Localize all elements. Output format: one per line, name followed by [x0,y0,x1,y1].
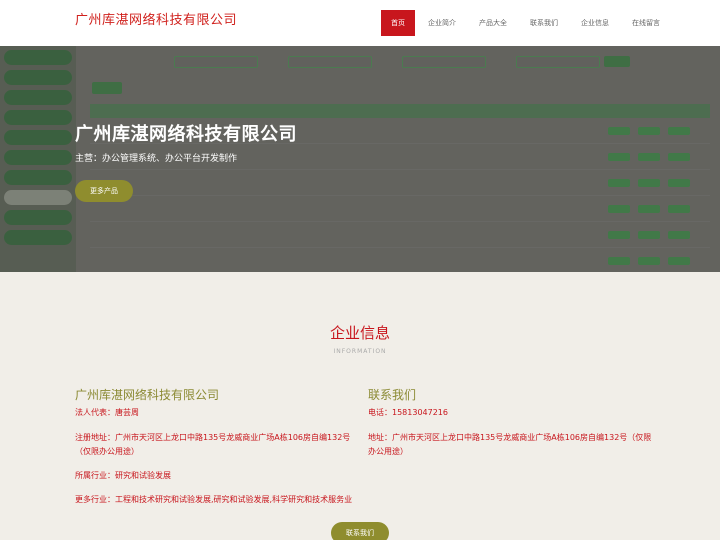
industry-value: 研究和试验发展 [115,471,171,480]
site-brand[interactable]: 广州库湛网络科技有限公司 [75,9,237,28]
more-industry-value: 工程和技术研究和试验发展,研究和试验发展,科学研究和技术服务业 [115,495,353,504]
more-industry: 更多行业：工程和技术研究和试验发展,研究和试验发展,科学研究和技术服务业 [75,493,365,507]
contact-address-label: 地址： [368,433,392,442]
hero-subtitle: 主营：办公管理系统、办公平台开发制作 [75,154,238,164]
legal-rep-label: 法人代表： [75,408,115,417]
more-products-button[interactable]: 更多产品 [75,180,133,202]
main-nav: 首页 企业简介 产品大全 联系我们 企业信息 在线留言 [381,10,673,36]
section-title: 企业信息 [329,324,390,342]
reg-address: 注册地址：广州市天河区上龙口中路135号龙威商业广场A栋106房自编132号（仅… [75,431,355,459]
nav-contact[interactable]: 联系我们 [520,10,568,36]
nav-company-info[interactable]: 企业信息 [571,10,619,36]
reg-address-label: 注册地址： [75,433,115,442]
industry-label: 所属行业： [75,471,115,480]
nav-about[interactable]: 企业简介 [418,10,466,36]
legal-rep-value: 唐芸周 [115,408,139,417]
hero-title: 广州库湛网络科技有限公司 [75,124,297,145]
company-name-heading: 广州库湛网络科技有限公司 [75,388,220,402]
phone-label: 电话： [368,408,392,417]
reg-address-value: 广州市天河区上龙口中路135号龙威商业广场A栋106房自编132号（仅限办公用途… [75,433,351,456]
industry: 所属行业：研究和试验发展 [75,469,355,483]
nav-home[interactable]: 首页 [381,10,415,36]
contact-address-value: 广州市天河区上龙口中路135号龙威商业广场A栋106房自编132号（仅限办公用途… [368,433,652,456]
hero-banner: 广州库湛网络科技有限公司 主营：办公管理系统、办公平台开发制作 更多产品 [0,46,720,272]
phone: 电话：15813047216 [368,406,658,420]
contact-heading: 联系我们 [368,388,417,402]
contact-address: 地址：广州市天河区上龙口中路135号龙威商业广场A栋106房自编132号（仅限办… [368,431,653,459]
contact-us-button[interactable]: 联系我们 [331,522,389,540]
more-industry-label: 更多行业： [75,495,115,504]
nav-message[interactable]: 在线留言 [622,10,670,36]
nav-products[interactable]: 产品大全 [469,10,517,36]
phone-value: 15813047216 [392,408,448,417]
legal-rep: 法人代表：唐芸周 [75,406,355,420]
site-header: 广州库湛网络科技有限公司 首页 企业简介 产品大全 联系我们 企业信息 在线留言 [0,0,720,46]
section-subtitle: INFORMATION [333,348,387,355]
